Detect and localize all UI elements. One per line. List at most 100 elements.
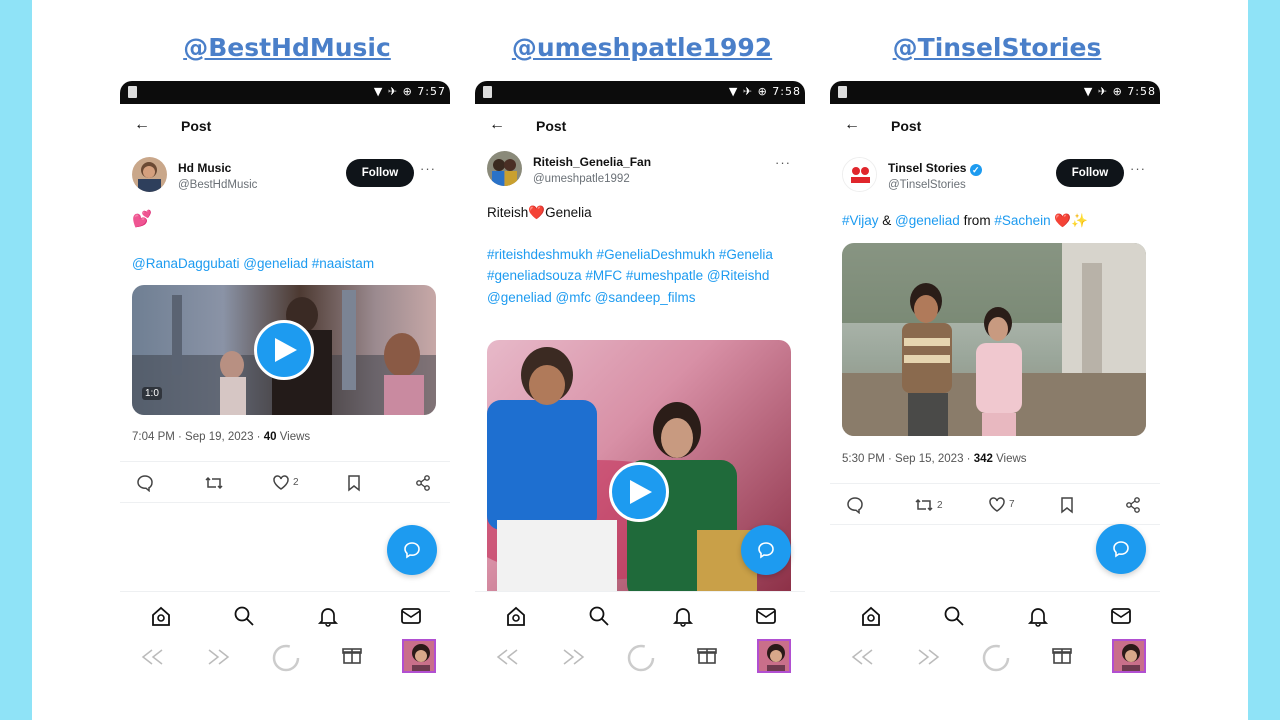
notification-icon xyxy=(483,86,492,98)
bottom-nav xyxy=(830,591,1160,639)
like-button[interactable]: 2 xyxy=(272,474,299,491)
search-icon[interactable] xyxy=(233,605,255,632)
heart-emoji: ❤️ xyxy=(528,205,546,220)
forward-icon[interactable] xyxy=(562,648,586,671)
notifications-icon[interactable] xyxy=(317,605,339,632)
author-handle: @umeshpatle1992 xyxy=(533,173,630,185)
avatar[interactable] xyxy=(487,151,522,186)
compose-icon[interactable] xyxy=(741,525,791,575)
more-icon[interactable]: ··· xyxy=(775,155,791,170)
post-time: 5:30 PM · Sep 15, 2023 · xyxy=(842,453,974,465)
follow-button[interactable]: Follow xyxy=(1056,159,1124,187)
panel-handle[interactable]: @umeshpatle1992 xyxy=(472,33,812,62)
share-icon[interactable] xyxy=(1124,496,1142,514)
avatar[interactable] xyxy=(842,157,877,192)
tweet-hashtags[interactable]: #riteishdeshmukh #GeneliaDeshmukh #Genel… xyxy=(487,244,793,308)
mention-link[interactable]: @geneliad xyxy=(895,213,960,228)
record-icon[interactable] xyxy=(272,644,300,677)
status-icons: ▼ ✈ ⊕ 7:58 xyxy=(728,85,801,98)
panel-handle[interactable]: @BestHdMusic xyxy=(117,33,457,62)
system-nav xyxy=(475,637,805,681)
author-name-text: Tinsel Stories xyxy=(888,161,967,175)
back-arrow-icon[interactable]: ← xyxy=(844,116,860,134)
user-thumbnail[interactable] xyxy=(757,639,791,673)
record-icon[interactable] xyxy=(627,644,655,677)
more-icon[interactable]: ··· xyxy=(420,161,436,176)
messages-icon[interactable] xyxy=(1110,605,1132,632)
tweet-hashtags[interactable]: @RanaDaggubati @geneliad #naaistam xyxy=(132,253,438,274)
bookmark-icon[interactable] xyxy=(1059,496,1075,514)
status-bar: ▼ ✈ ⊕ 7:58 xyxy=(475,81,805,104)
status-bar: ▼ ✈ ⊕ 7:57 xyxy=(120,81,450,104)
author-name[interactable]: Riteish_Genelia_Fan xyxy=(533,155,651,169)
gift-icon[interactable] xyxy=(697,645,717,670)
author-handle: @TinselStories xyxy=(888,179,966,191)
tweet-text-part: & xyxy=(878,213,896,228)
image-media[interactable] xyxy=(842,243,1146,436)
avatar[interactable] xyxy=(132,157,167,192)
back-arrow-icon[interactable]: ← xyxy=(489,116,505,134)
home-icon[interactable] xyxy=(150,605,172,632)
forward-icon[interactable] xyxy=(917,648,941,671)
bookmark-icon[interactable] xyxy=(346,474,362,492)
panel-umeshpatle: @umeshpatle1992 ▼ ✈ ⊕ 7:58 ← Post Riteis… xyxy=(472,0,812,720)
repost-count: 2 xyxy=(937,499,943,511)
top-bar: ← Post xyxy=(830,114,1160,138)
more-icon[interactable]: ··· xyxy=(1130,161,1146,176)
follow-button[interactable]: Follow xyxy=(346,159,414,187)
panel-handle[interactable]: @TinselStories xyxy=(827,33,1167,62)
like-count: 2 xyxy=(293,477,299,488)
rewind-icon[interactable] xyxy=(140,648,164,671)
author-row: Tinsel Stories ✓ @TinselStories Follow ·… xyxy=(842,155,1148,195)
tweet-text: #Vijay & @geneliad from #Sachein ❤️✨ xyxy=(842,210,1148,231)
stage: @BestHdMusic ▼ ✈ ⊕ 7:57 ← Post Hd Music … xyxy=(32,0,1248,720)
page-title: Post xyxy=(536,118,567,134)
messages-icon[interactable] xyxy=(755,605,777,632)
back-arrow-icon[interactable]: ← xyxy=(134,116,150,134)
user-thumbnail[interactable] xyxy=(1112,639,1146,673)
hashtag-link[interactable]: #Sachein xyxy=(994,213,1050,228)
status-icons: ▼ ✈ ⊕ 7:58 xyxy=(1083,85,1156,98)
post-meta: 5:30 PM · Sep 15, 2023 · 342 Views xyxy=(842,453,1027,465)
gift-icon[interactable] xyxy=(1052,645,1072,670)
reply-icon[interactable] xyxy=(846,496,864,514)
rewind-icon[interactable] xyxy=(495,648,519,671)
author-row: Riteish_Genelia_Fan @umeshpatle1992 ··· xyxy=(487,149,793,189)
notification-icon xyxy=(128,86,137,98)
compose-icon[interactable] xyxy=(387,525,437,575)
search-icon[interactable] xyxy=(943,605,965,632)
compose-icon[interactable] xyxy=(1096,524,1146,574)
play-icon[interactable] xyxy=(254,320,314,380)
hashtag-link[interactable]: #Vijay xyxy=(842,213,879,228)
system-nav xyxy=(830,637,1160,681)
system-nav xyxy=(120,637,450,681)
repost-icon[interactable] xyxy=(204,474,224,492)
page-title: Post xyxy=(891,118,922,134)
author-name[interactable]: Hd Music xyxy=(178,161,231,175)
reply-icon[interactable] xyxy=(136,474,154,492)
notifications-icon[interactable] xyxy=(1027,605,1049,632)
search-icon[interactable] xyxy=(588,605,610,632)
notification-icon xyxy=(838,86,847,98)
notifications-icon[interactable] xyxy=(672,605,694,632)
home-icon[interactable] xyxy=(505,605,527,632)
tweet-text-part: Genelia xyxy=(545,205,592,220)
verified-icon: ✓ xyxy=(969,164,982,176)
gift-icon[interactable] xyxy=(342,645,362,670)
user-thumbnail[interactable] xyxy=(402,639,436,673)
forward-icon[interactable] xyxy=(207,648,231,671)
repost-button[interactable]: 2 xyxy=(914,496,943,514)
play-icon[interactable] xyxy=(609,462,669,522)
rewind-icon[interactable] xyxy=(850,648,874,671)
messages-icon[interactable] xyxy=(400,605,422,632)
home-icon[interactable] xyxy=(860,605,882,632)
tweet-text: Riteish❤️Genelia xyxy=(487,202,793,223)
share-icon[interactable] xyxy=(414,474,432,492)
like-button[interactable]: 7 xyxy=(988,496,1015,513)
author-name[interactable]: Tinsel Stories ✓ xyxy=(888,161,982,176)
video-media[interactable]: 1:0 xyxy=(132,285,436,415)
post-meta: 7:04 PM · Sep 19, 2023 · 40 Views xyxy=(132,431,310,443)
view-count: 40 xyxy=(263,431,277,443)
record-icon[interactable] xyxy=(982,644,1010,677)
phone-screen: ▼ ✈ ⊕ 7:58 ← Post Riteish_Genelia_Fan @u… xyxy=(475,81,805,693)
